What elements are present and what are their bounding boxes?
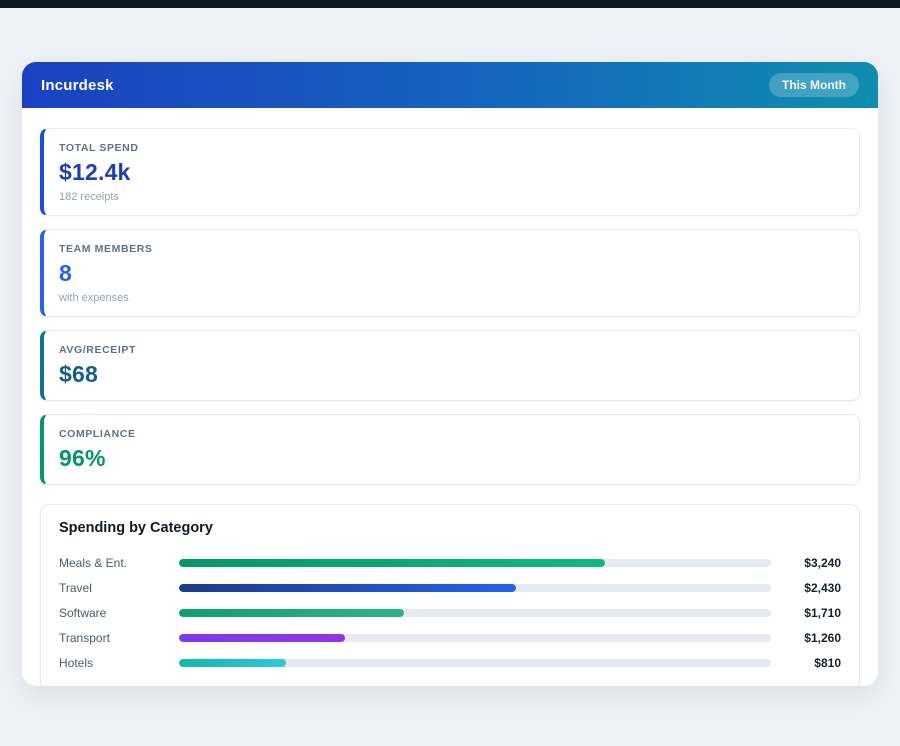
stat-value: $12.4k <box>59 159 843 186</box>
stat-label: AVG/RECEIPT <box>59 344 843 356</box>
bar-fill <box>179 559 605 567</box>
category-amount: $2,430 <box>771 581 841 595</box>
category-label: Software <box>59 606 179 620</box>
bar-track <box>179 634 771 642</box>
category-amount: $1,710 <box>771 606 841 620</box>
stat-value: $68 <box>59 361 843 388</box>
stat-label: COMPLIANCE <box>59 428 843 440</box>
bar-track <box>179 559 771 567</box>
bar-fill <box>179 609 404 617</box>
stat-value: 8 <box>59 260 843 287</box>
bar-fill <box>179 659 286 667</box>
spending-by-category-card: Spending by Category Meals & Ent. $3,240… <box>40 504 860 686</box>
app-title: Incurdesk <box>41 77 114 94</box>
period-badge[interactable]: This Month <box>769 73 859 97</box>
top-strip <box>0 0 900 8</box>
bar-track <box>179 584 771 592</box>
stat-card-avg-receipt: AVG/RECEIPT $68 <box>40 330 860 401</box>
stat-label: TOTAL SPEND <box>59 142 843 154</box>
bar-fill <box>179 584 516 592</box>
chart-row-travel: Travel $2,430 <box>59 575 841 600</box>
chart-row-transport: Transport $1,260 <box>59 625 841 650</box>
stat-card-team-members: TEAM MEMBERS 8 with expenses <box>40 229 860 317</box>
chart-row-meals: Meals & Ent. $3,240 <box>59 550 841 575</box>
stat-card-compliance: COMPLIANCE 96% <box>40 414 860 485</box>
category-label: Transport <box>59 631 179 645</box>
stat-sub: 182 receipts <box>59 191 843 203</box>
bar-track <box>179 659 771 667</box>
bar-track <box>179 609 771 617</box>
chart-title: Spending by Category <box>59 520 841 536</box>
category-label: Travel <box>59 581 179 595</box>
category-amount: $1,260 <box>771 631 841 645</box>
category-amount: $3,240 <box>771 556 841 570</box>
stat-label: TEAM MEMBERS <box>59 243 843 255</box>
category-label: Hotels <box>59 656 179 670</box>
dashboard-body: TOTAL SPEND $12.4k 182 receipts TEAM MEM… <box>22 108 878 686</box>
stat-value: 96% <box>59 445 843 472</box>
category-amount: $810 <box>771 656 841 670</box>
app-header: Incurdesk This Month <box>22 62 878 108</box>
stat-card-total-spend: TOTAL SPEND $12.4k 182 receipts <box>40 128 860 216</box>
chart-row-hotels: Hotels $810 <box>59 650 841 675</box>
bar-fill <box>179 634 345 642</box>
category-label: Meals & Ent. <box>59 556 179 570</box>
chart-row-software: Software $1,710 <box>59 600 841 625</box>
dashboard-card: Incurdesk This Month TOTAL SPEND $12.4k … <box>22 62 878 686</box>
stat-sub: with expenses <box>59 292 843 304</box>
